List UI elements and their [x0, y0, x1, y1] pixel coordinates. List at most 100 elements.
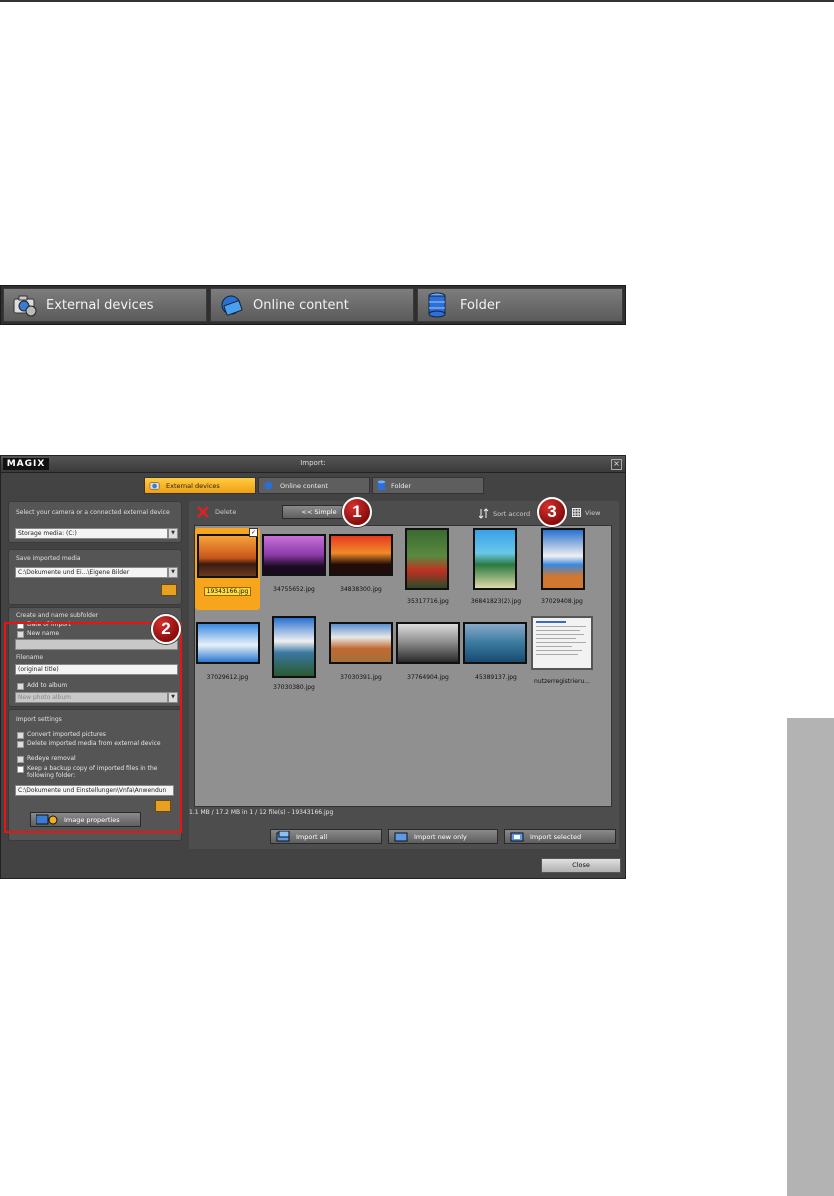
thumbnail-item[interactable]: 45389137.jpg	[463, 616, 529, 696]
thumbnail-caption: 37029408.jpg	[541, 598, 583, 605]
thumbnail-item[interactable]: 37030380.jpg	[262, 616, 326, 696]
thumbnail-caption: 34755652.jpg	[273, 586, 315, 593]
dialog-tab-external-devices-label: External devices	[166, 481, 220, 490]
sort-icon	[479, 508, 489, 519]
database-icon	[428, 292, 446, 318]
import-selected-button[interactable]: Import selected	[504, 829, 616, 844]
thumbnail-caption: 35317716.jpg	[407, 598, 449, 605]
thumbnail-item[interactable]: nutzerregistrieru...	[529, 616, 595, 696]
dialog-tab-folder[interactable]: Folder	[372, 477, 484, 494]
dialog-tab-online-content[interactable]: Online content	[258, 477, 370, 494]
thumbnail-item[interactable]: 35317716.jpg	[395, 528, 461, 610]
callout-3: 3	[537, 497, 567, 527]
camera-icon	[13, 295, 37, 317]
folder-icon[interactable]	[161, 584, 177, 596]
tab-external-devices[interactable]: External devices	[3, 288, 207, 322]
tab-folder[interactable]: Folder	[417, 288, 623, 322]
save-section: Save imported media C:\Dokumente und Ei.…	[8, 549, 182, 605]
thumbnail-caption: nutzerregistrieru...	[534, 678, 590, 685]
tab-folder-label: Folder	[460, 297, 501, 313]
thumbnail-item[interactable]: 37030391.jpg	[328, 616, 394, 696]
image-properties-label: Image properties	[64, 815, 120, 824]
dialog-tab-external-devices[interactable]: External devices	[144, 477, 256, 494]
save-label: Save imported media	[16, 555, 81, 562]
sort-button[interactable]: Sort accord	[479, 508, 530, 519]
selected-check-icon[interactable]: ✓	[249, 528, 258, 537]
device-select[interactable]: Storage media: (C:)	[15, 528, 168, 539]
thumbnail-caption: 36841823(2).jpg	[470, 598, 522, 605]
close-button[interactable]: Close	[541, 858, 621, 873]
thumbnail-image	[262, 534, 326, 576]
dialog-tabs: External devices Online content Folder	[144, 477, 484, 494]
thumbnail-image	[197, 534, 258, 578]
tab-online-content-label: Online content	[253, 297, 349, 313]
thumbnail-image	[531, 616, 593, 670]
subfolder-label: Create and name subfolder	[16, 612, 99, 619]
thumbnail-image	[396, 622, 460, 664]
close-icon[interactable]: ×	[611, 459, 622, 470]
dialog-tab-folder-label: Folder	[391, 481, 412, 490]
thumbnail-image	[272, 616, 316, 678]
grid-view-icon	[572, 508, 581, 517]
thumbnail-item[interactable]: 34755652.jpg	[262, 528, 326, 610]
save-path-field[interactable]: C:\Dokumente und Ei...\Eigene Bilder	[15, 567, 168, 578]
document-preview-icon	[536, 621, 586, 655]
thumbnail-grid: ✓ 19343166.jpg 34755652.jpg 34838300.jpg…	[194, 525, 612, 807]
dialog-titlebar: MAGIX Import: ×	[1, 456, 625, 473]
import-all-button[interactable]: Import all	[270, 829, 382, 844]
chevron-down-icon[interactable]: ▼	[168, 567, 178, 578]
thumbnail-caption: 37030391.jpg	[340, 674, 382, 681]
thumbnail-image	[405, 528, 449, 590]
camera-icon	[149, 482, 160, 490]
import-icon	[510, 832, 524, 842]
thumbnail-item[interactable]: ✓ 19343166.jpg	[195, 528, 260, 610]
globe-icon	[264, 481, 273, 490]
tab-online-content[interactable]: Online content	[210, 288, 414, 322]
thumbnail-image	[329, 534, 393, 576]
thumbnail-image	[196, 622, 260, 664]
thumbnail-caption: 37029612.jpg	[206, 674, 249, 681]
thumbnail-caption: 37764904.jpg	[407, 674, 449, 681]
globe-icon	[221, 295, 243, 316]
callout-1: 1	[342, 497, 372, 527]
thumbnail-image	[473, 528, 517, 590]
status-bar: 1.1 MB / 17.2 MB in 1 / 12 file(s) - 193…	[189, 809, 334, 816]
database-icon	[377, 479, 386, 490]
thumbnail-image	[329, 622, 393, 664]
thumbnail-item[interactable]: 37764904.jpg	[395, 616, 461, 696]
dialog-title: Import:	[300, 459, 326, 467]
highlight-frame	[4, 622, 182, 833]
image-properties-icon	[36, 814, 58, 825]
tab-external-devices-label: External devices	[46, 297, 154, 313]
view-label: View	[585, 508, 601, 517]
import-selected-label: Import selected	[530, 832, 582, 841]
import-dialog: MAGIX Import: × External devices Online …	[0, 455, 626, 879]
chevron-down-icon[interactable]: ▼	[168, 528, 178, 539]
thumbnail-image	[463, 622, 527, 664]
delete-button[interactable]: Delete	[197, 506, 236, 518]
import-new-only-button[interactable]: Import new only	[388, 829, 498, 844]
delete-label: Delete	[215, 508, 237, 516]
device-section: Select your camera or a connected extern…	[8, 501, 182, 543]
delete-x-icon	[197, 506, 209, 518]
thumbnail-caption: 34838300.jpg	[340, 586, 382, 593]
callout-2: 2	[151, 614, 181, 644]
thumbnail-item[interactable]: 37029408.jpg	[529, 528, 595, 610]
view-button[interactable]: View	[572, 508, 600, 517]
thumbnail-item[interactable]: 37029612.jpg	[195, 616, 260, 696]
media-browser: Delete << Simple Sort accord View ✓ 1934…	[189, 501, 619, 849]
sort-label: Sort accord	[493, 509, 531, 518]
thumbnail-image	[541, 528, 585, 590]
image-properties-button[interactable]: Image properties	[30, 812, 141, 827]
import-new-only-label: Import new only	[414, 832, 467, 841]
page-side-tab	[787, 718, 834, 1196]
dialog-tab-online-content-label: Online content	[280, 481, 328, 490]
import-all-label: Import all	[296, 832, 328, 841]
thumbnail-caption: 37030380.jpg	[273, 684, 315, 691]
thumbnail-caption: 19343166.jpg	[195, 587, 260, 596]
thumbnail-item[interactable]: 34838300.jpg	[328, 528, 394, 610]
import-icon	[394, 832, 408, 842]
thumbnail-item[interactable]: 36841823(2).jpg	[463, 528, 529, 610]
page-top-rule	[0, 0, 834, 2]
device-select-label: Select your camera or a connected extern…	[16, 509, 170, 516]
